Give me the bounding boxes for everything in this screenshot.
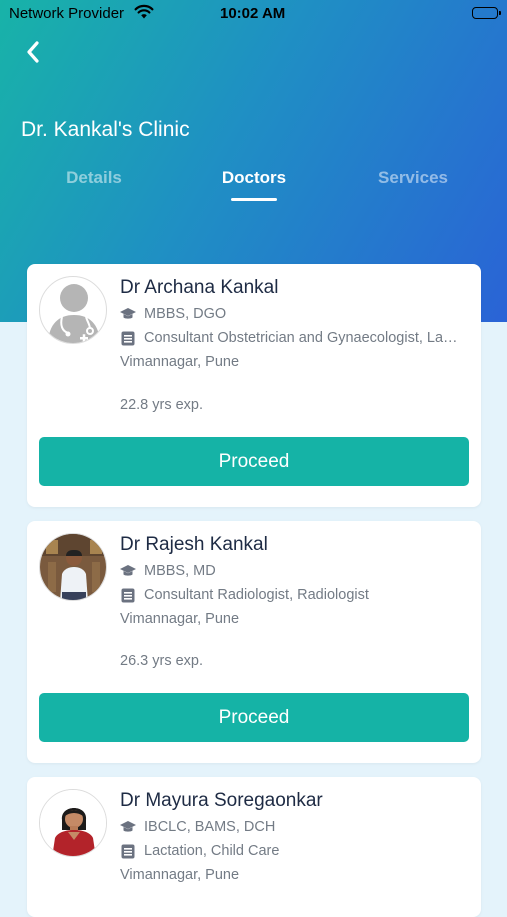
qualification-text: MBBS, MD	[144, 563, 216, 579]
chevron-left-icon	[27, 41, 39, 63]
doctor-name: Dr Mayura Soregaonkar	[120, 790, 323, 811]
doctor-photo	[39, 533, 107, 601]
document-icon	[120, 843, 136, 859]
doctor-name: Dr Rajesh Kankal	[120, 534, 268, 555]
graduation-cap-icon	[120, 306, 136, 322]
tab-bar: Details Doctors Services	[0, 168, 507, 208]
qualification-text: MBBS, DGO	[144, 306, 227, 322]
document-icon	[120, 330, 136, 346]
graduation-cap-icon	[120, 819, 136, 835]
qualification-row: MBBS, DGO	[120, 306, 226, 322]
specialization-text: Consultant Radiologist, Radiologist	[144, 587, 369, 603]
user-placeholder-icon	[48, 284, 100, 343]
location-text: Vimannagar, Pune	[120, 611, 240, 627]
doctor-avatar-placeholder	[39, 276, 107, 344]
doctor-card: Dr Mayura Soregaonkar IBCLC, BAMS, DCH L…	[27, 777, 481, 917]
battery-icon	[472, 7, 501, 19]
doctor-card: Dr Archana Kankal MBBS, DGO Consultant O…	[27, 264, 481, 507]
location-text: Vimannagar, Pune	[120, 354, 240, 370]
doctor-portrait-image	[40, 790, 106, 856]
specialization-text: Consultant Obstetrician and Gynaecologis…	[144, 330, 464, 346]
experience-text: 22.8 yrs exp.	[120, 397, 204, 413]
proceed-button[interactable]: Proceed	[39, 693, 469, 742]
qualification-text: IBCLC, BAMS, DCH	[144, 819, 276, 835]
carrier-label: Network Provider	[9, 5, 125, 22]
graduation-cap-icon	[120, 563, 136, 579]
tab-details[interactable]: Details	[66, 168, 122, 188]
location-text: Vimannagar, Pune	[120, 867, 240, 883]
active-tab-indicator	[231, 198, 277, 201]
clock: 10:02 AM	[220, 5, 286, 22]
wifi-icon	[134, 4, 154, 24]
back-button[interactable]	[20, 38, 46, 66]
specialization-row: Consultant Obstetrician and Gynaecologis…	[120, 330, 464, 346]
tab-doctors[interactable]: Doctors	[222, 168, 286, 188]
specialization-row: Lactation, Child Care	[120, 843, 279, 859]
qualification-row: IBCLC, BAMS, DCH	[120, 819, 275, 835]
proceed-button[interactable]: Proceed	[39, 437, 469, 486]
qualification-row: MBBS, MD	[120, 563, 216, 579]
doctor-photo	[39, 789, 107, 857]
status-bar: Network Provider 10:02 AM	[0, 0, 507, 28]
document-icon	[120, 587, 136, 603]
doctor-name: Dr Archana Kankal	[120, 277, 279, 298]
doctor-portrait-image	[40, 534, 106, 600]
doctor-card: Dr Rajesh Kankal MBBS, MD Consultant Rad…	[27, 521, 481, 763]
experience-text: 26.3 yrs exp.	[120, 653, 204, 669]
tab-services[interactable]: Services	[378, 168, 448, 188]
page-title: Dr. Kankal's Clinic	[21, 118, 190, 141]
specialization-row: Consultant Radiologist, Radiologist	[120, 587, 369, 603]
specialization-text: Lactation, Child Care	[144, 843, 280, 859]
